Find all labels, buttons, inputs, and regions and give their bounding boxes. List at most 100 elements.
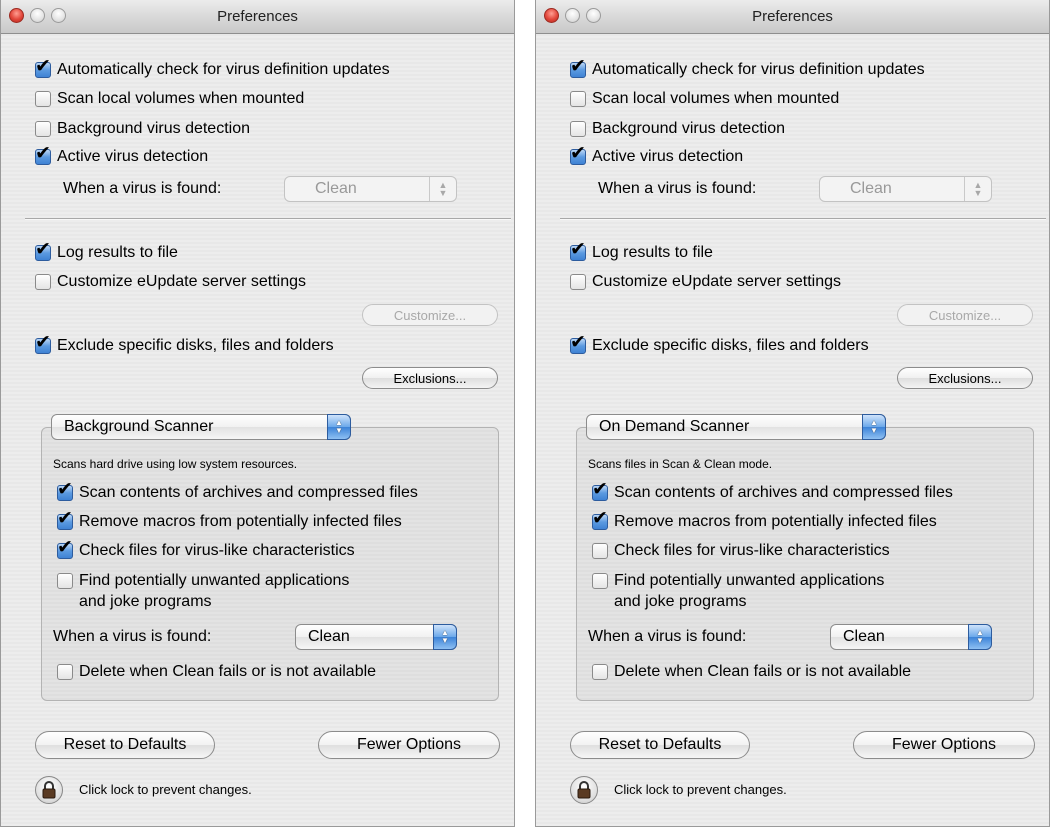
checkmark-icon: ✔ (592, 479, 608, 500)
exclusions-button[interactable]: Exclusions... (362, 367, 498, 389)
checkbox-label: Remove macros from potentially infected … (79, 513, 402, 530)
active-detection-checkbox[interactable]: ✔ Active virus detection (570, 144, 744, 168)
scanner-when-found-select[interactable]: Clean ▲ ▼ (295, 624, 457, 650)
title-bar[interactable]: Preferences (1, 0, 514, 34)
virus-like-checkbox[interactable]: Check files for virus-like characteristi… (592, 540, 890, 562)
checkbox-label: Scan local volumes when mounted (57, 90, 305, 107)
lock-icon[interactable] (35, 776, 63, 804)
checkbox-icon[interactable]: ✔ (570, 333, 586, 354)
checkbox-icon[interactable] (57, 573, 73, 589)
fewer-options-button[interactable]: Fewer Options (318, 731, 500, 759)
checkbox-icon[interactable] (592, 664, 608, 680)
section-divider (25, 218, 511, 220)
customize-eupdate-checkbox[interactable]: Customize eUpdate server settings (35, 271, 306, 293)
unwanted-apps-checkbox[interactable]: Find potentially unwanted applications (57, 570, 349, 592)
checkmark-icon: ✔ (570, 332, 586, 353)
window-title: Preferences (217, 8, 298, 25)
title-bar[interactable]: Preferences (536, 0, 1049, 34)
checkbox-label: Background virus detection (592, 120, 785, 137)
background-detection-checkbox[interactable]: Background virus detection (35, 118, 250, 140)
checkbox-icon[interactable]: ✔ (570, 144, 586, 165)
auto-update-checkbox[interactable]: ✔ Automatically check for virus definiti… (570, 57, 925, 81)
lock-icon[interactable] (570, 776, 598, 804)
checkbox-icon[interactable]: ✔ (592, 509, 608, 530)
popup-arrows-icon: ▲ ▼ (433, 624, 457, 650)
customize-eupdate-checkbox[interactable]: Customize eUpdate server settings (570, 271, 841, 293)
checkbox-label-continued: and joke programs (614, 593, 747, 610)
customize-button[interactable]: Customize... (362, 304, 498, 326)
checkbox-label: Customize eUpdate server settings (57, 273, 306, 290)
scan-archives-checkbox[interactable]: ✔ Scan contents of archives and compress… (592, 480, 953, 504)
popup-value: Clean (315, 180, 357, 197)
checkbox-icon[interactable] (35, 274, 51, 290)
scan-local-volumes-checkbox[interactable]: Scan local volumes when mounted (570, 88, 839, 110)
when-found-popup-disabled: Clean ▲ ▼ (819, 176, 992, 202)
window-title: Preferences (752, 8, 833, 25)
section-divider (560, 218, 1046, 220)
checkbox-icon[interactable]: ✔ (570, 240, 586, 261)
active-detection-checkbox[interactable]: ✔ Active virus detection (35, 144, 209, 168)
checkmark-icon: ✔ (35, 56, 51, 77)
remove-macros-checkbox[interactable]: ✔ Remove macros from potentially infecte… (592, 509, 937, 533)
reset-to-defaults-button[interactable]: Reset to Defaults (35, 731, 215, 759)
checkbox-icon[interactable]: ✔ (592, 480, 608, 501)
preferences-window-right: Preferences ✔ Automatically check for vi… (535, 0, 1050, 827)
unwanted-apps-checkbox[interactable]: Find potentially unwanted applications (592, 570, 884, 592)
checkbox-icon[interactable]: ✔ (570, 57, 586, 78)
remove-macros-checkbox[interactable]: ✔ Remove macros from potentially infecte… (57, 509, 402, 533)
scanner-when-found-value: Clean (308, 628, 350, 645)
scanner-select[interactable]: On Demand Scanner ▲ ▼ (586, 414, 886, 440)
checkbox-label: Find potentially unwanted applications (614, 572, 885, 589)
fewer-options-button[interactable]: Fewer Options (853, 731, 1035, 759)
checkmark-icon: ✔ (57, 508, 73, 529)
exclude-checkbox[interactable]: ✔ Exclude specific disks, files and fold… (570, 333, 869, 357)
checkbox-icon[interactable] (35, 91, 51, 107)
auto-update-checkbox[interactable]: ✔ Automatically check for virus definiti… (35, 57, 390, 81)
checkbox-icon[interactable] (592, 573, 608, 589)
scanner-select[interactable]: Background Scanner ▲ ▼ (51, 414, 351, 440)
background-detection-checkbox[interactable]: Background virus detection (570, 118, 785, 140)
scanner-when-found-label: When a virus is found: (588, 628, 747, 645)
scan-archives-checkbox[interactable]: ✔ Scan contents of archives and compress… (57, 480, 418, 504)
exclude-checkbox[interactable]: ✔ Exclude specific disks, files and fold… (35, 333, 334, 357)
scanner-description: Scans files in Scan & Clean mode. (588, 457, 773, 471)
checkbox-icon[interactable]: ✔ (35, 57, 51, 78)
checkmark-icon: ✔ (35, 239, 51, 260)
checkbox-icon[interactable]: ✔ (57, 480, 73, 501)
checkbox-label: Log results to file (592, 244, 713, 261)
checkbox-icon[interactable]: ✔ (35, 144, 51, 165)
preferences-window-left: Preferences ✔ Automatically check for vi… (0, 0, 515, 827)
scan-local-volumes-checkbox[interactable]: Scan local volumes when mounted (35, 88, 304, 110)
delete-fails-checkbox[interactable]: Delete when Clean fails or is not availa… (592, 661, 911, 683)
checkbox-icon[interactable] (570, 121, 586, 137)
delete-fails-checkbox[interactable]: Delete when Clean fails or is not availa… (57, 661, 376, 683)
exclusions-button[interactable]: Exclusions... (897, 367, 1033, 389)
checkbox-icon[interactable] (570, 274, 586, 290)
checkbox-label: Check files for virus-like characteristi… (79, 542, 355, 559)
checkbox-icon[interactable]: ✔ (35, 333, 51, 354)
checkbox-icon[interactable] (592, 543, 608, 559)
reset-to-defaults-button[interactable]: Reset to Defaults (570, 731, 750, 759)
checkbox-label: Check files for virus-like characteristi… (614, 542, 890, 559)
log-results-checkbox[interactable]: ✔ Log results to file (35, 240, 178, 264)
checkbox-icon[interactable] (570, 91, 586, 107)
checkmark-icon: ✔ (570, 56, 586, 77)
checkbox-icon[interactable]: ✔ (35, 240, 51, 261)
checkbox-icon[interactable]: ✔ (57, 509, 73, 530)
log-results-checkbox[interactable]: ✔ Log results to file (570, 240, 713, 264)
lock-status-text: Click lock to prevent changes. (614, 782, 787, 797)
checkbox-label: Active virus detection (592, 148, 744, 165)
when-found-popup-disabled: Clean ▲ ▼ (284, 176, 457, 202)
checkbox-label: Active virus detection (57, 148, 209, 165)
checkbox-icon[interactable] (35, 121, 51, 137)
checkbox-label: Exclude specific disks, files and folder… (57, 337, 334, 354)
checkbox-icon[interactable] (57, 664, 73, 680)
checkbox-icon[interactable]: ✔ (57, 538, 73, 559)
popup-arrows-icon: ▲ ▼ (968, 624, 992, 650)
scanner-when-found-select[interactable]: Clean ▲ ▼ (830, 624, 992, 650)
popup-value: Clean (850, 180, 892, 197)
virus-like-checkbox[interactable]: ✔ Check files for virus-like characteris… (57, 538, 355, 562)
customize-button[interactable]: Customize... (897, 304, 1033, 326)
checkmark-icon: ✔ (570, 143, 586, 164)
checkbox-label: Delete when Clean fails or is not availa… (79, 663, 377, 680)
